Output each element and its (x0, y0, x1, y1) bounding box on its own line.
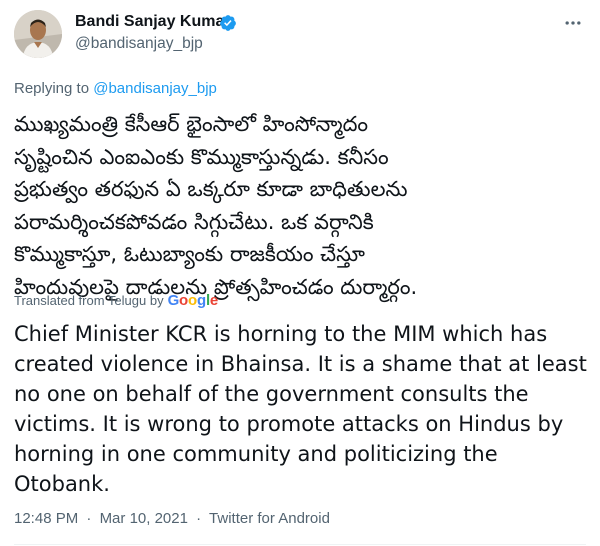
more-horizontal-icon (565, 21, 581, 25)
replying-to-handle-link[interactable]: @bandisanjay_bjp (93, 80, 217, 97)
original-text-line: కొమ్ముకాస్తూ, ఓటుబ్యాంకు రాజకీయం చేస్తూ (14, 242, 365, 266)
original-text-line: సృష్టించిన ఎంఐఎంకు కొమ్ముకాస్తున్నడు. కన… (14, 144, 389, 169)
meta-separator: · (86, 510, 92, 527)
translated-from-label: Translated from Telugu by (14, 293, 164, 308)
tweet-original-text: ముఖ్యమంత్రి కేసీఆర్ భైంసాలో హింసోన్మాదం … (14, 108, 589, 303)
tweet-metadata: 12:48 PM · Mar 10, 2021 · Twitter for An… (14, 509, 330, 529)
avatar-image (14, 10, 62, 58)
avatar[interactable] (14, 10, 62, 58)
tweet-time-link[interactable]: 12:48 PM (14, 510, 78, 527)
translated-text-line: Chief Minister KCR is horning to the MIM… (14, 322, 548, 346)
translation-attribution[interactable]: Translated from Telugu by Google (14, 292, 218, 310)
author-handle[interactable]: @bandisanjay_bjp (75, 34, 203, 54)
author-name[interactable]: Bandi Sanjay Kumar (75, 12, 231, 32)
translated-text-line: Otobank. (14, 472, 110, 496)
translated-text-line: no one on behalf of the government consu… (14, 382, 529, 406)
replying-to: Replying to @bandisanjay_bjp (14, 79, 217, 99)
meta-separator: · (196, 510, 202, 527)
original-text-line: పరామర్శించకపోవడం సిగ్గుచేటు. ఒక వర్గానిక… (14, 209, 374, 234)
divider (14, 544, 586, 545)
translated-text-line: victims. It is wrong to promote attacks … (14, 412, 564, 436)
google-logo: Google (167, 292, 219, 309)
verified-badge-icon (220, 15, 236, 31)
original-text-line: ప్రభుత్వం తరఫున ఏ ఒక్కరూ కూడా బాధితులను (14, 177, 408, 201)
tweet-source-link[interactable]: Twitter for Android (209, 510, 330, 527)
tweet-translated-text: Chief Minister KCR is horning to the MIM… (14, 319, 589, 499)
more-options-button[interactable] (562, 12, 584, 34)
original-text-line: ముఖ్యమంత్రి కేసీఆర్ భైంసాలో హింసోన్మాదం (14, 112, 369, 136)
replying-to-label: Replying to (14, 80, 90, 97)
tweet-date-link[interactable]: Mar 10, 2021 (100, 510, 188, 527)
translated-text-line: created violence in Bhainsa. It is a sha… (14, 352, 587, 376)
tweet: Bandi Sanjay Kumar @bandisanjay_bjp Repl… (0, 0, 600, 546)
translated-text-line: horning in one community and politicizin… (14, 442, 498, 466)
